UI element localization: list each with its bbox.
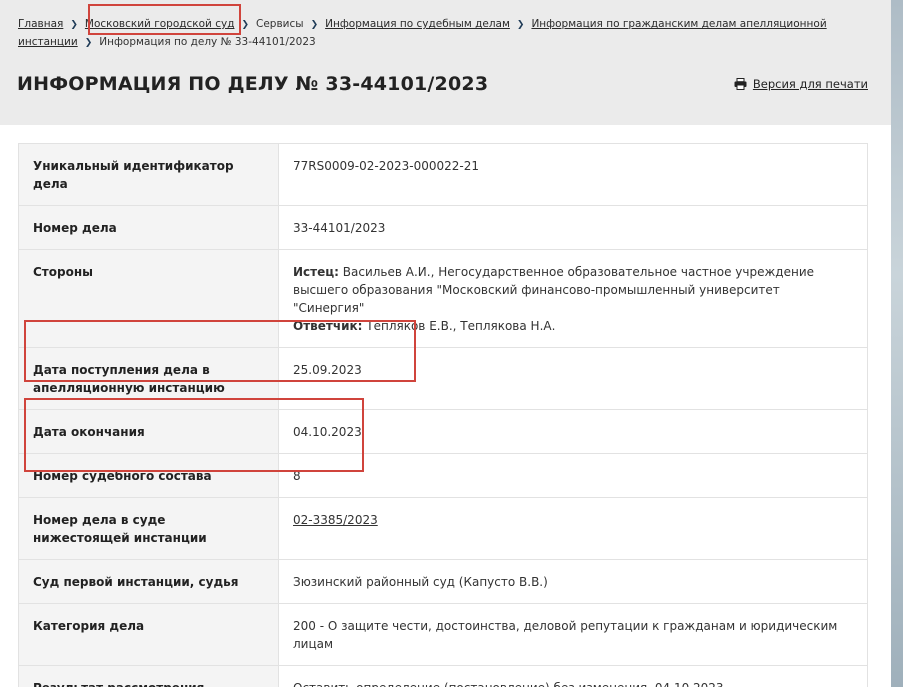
defendant-value: Тепляков Е.В., Теплякова Н.А.	[366, 319, 556, 333]
table-row: Стороны Истец: Васильев А.И., Негосударс…	[18, 249, 868, 348]
defendant-label: Ответчик:	[293, 319, 363, 333]
print-version[interactable]: Версия для печати	[734, 77, 868, 91]
breadcrumb-home[interactable]: Главная	[18, 18, 63, 30]
parties-label: Стороны	[18, 249, 279, 348]
first-court-label: Суд первой инстанции, судья	[18, 559, 279, 604]
category-value: 200 - О защите чести, достоинства, делов…	[278, 603, 868, 666]
breadcrumb-services: Сервисы	[256, 18, 304, 30]
table-row: Номер дела 33-44101/2023	[18, 205, 868, 250]
uid-value: 77RS0009-02-2023-000022-21	[278, 143, 868, 206]
page: Главная ❯ Московский городской суд ❯ Сервисы…	[0, 0, 891, 687]
lower-court-case-cell: 02-3385/2023	[278, 497, 868, 560]
chevron-right-icon: ❯	[310, 20, 319, 30]
table-row: Категория дела 200 - О защите чести, дос…	[18, 603, 868, 666]
print-version-link[interactable]: Версия для печати	[753, 77, 868, 91]
table-row: Дата окончания 04.10.2023	[18, 409, 868, 454]
chevron-right-icon: ❯	[84, 38, 93, 48]
breadcrumb-court-cases-info[interactable]: Информация по судебным делам	[325, 18, 510, 30]
lower-court-case-link[interactable]: 02-3385/2023	[293, 513, 378, 527]
background-edge	[891, 0, 903, 687]
result-label: Результат рассмотрения	[18, 665, 279, 687]
lower-court-case-label: Номер дела в суде нижестоящей инстанции	[18, 497, 279, 560]
page-title: ИНФОРМАЦИЯ ПО ДЕЛУ № 33-44101/2023	[17, 73, 489, 95]
chevron-right-icon: ❯	[241, 20, 250, 30]
chevron-right-icon: ❯	[70, 20, 78, 30]
category-label: Категория дела	[18, 603, 279, 666]
table-row: Суд первой инстанции, судья Зюзинский ра…	[18, 559, 868, 604]
end-date-value: 04.10.2023	[278, 409, 868, 454]
breadcrumb-current: Информация по делу № 33-44101/2023	[99, 36, 316, 48]
table-row: Номер дела в суде нижестоящей инстанции …	[18, 497, 868, 560]
uid-label: Уникальный идентификатор дела	[18, 143, 279, 206]
received-date-value: 25.09.2023	[278, 347, 868, 410]
plaintiff-label: Истец:	[293, 265, 339, 279]
received-date-label: Дата поступления дела в апелляционную ин…	[18, 347, 279, 410]
court-panel-value: 8	[278, 453, 868, 498]
case-info-table: Уникальный идентификатор дела 77RS0009-0…	[18, 143, 868, 687]
table-row: Номер судебного состава 8	[18, 453, 868, 498]
page-header: Главная ❯ Московский городской суд ❯ Сервисы…	[0, 0, 891, 125]
table-row: Уникальный идентификатор дела 77RS0009-0…	[18, 143, 868, 206]
table-row: Дата поступления дела в апелляционную ин…	[18, 347, 868, 410]
first-court-value: Зюзинский районный суд (Капусто В.В.)	[278, 559, 868, 604]
end-date-label: Дата окончания	[18, 409, 279, 454]
printer-icon	[734, 78, 747, 90]
case-number-value: 33-44101/2023	[278, 205, 868, 250]
parties-value: Истец: Васильев А.И., Негосударственное …	[278, 249, 868, 348]
chevron-right-icon: ❯	[516, 20, 525, 30]
plaintiff-value: Васильев А.И., Негосударственное образов…	[293, 265, 814, 315]
table-row: Результат рассмотрения Оставить определе…	[18, 665, 868, 687]
case-number-label: Номер дела	[18, 205, 279, 250]
breadcrumb: Главная ❯ Московский городской суд ❯ Сервисы…	[18, 16, 848, 52]
court-panel-label: Номер судебного состава	[18, 453, 279, 498]
breadcrumb-moscow-city-court[interactable]: Московский городской суд	[85, 18, 235, 30]
result-value: Оставить определение (постановление) без…	[278, 665, 868, 687]
